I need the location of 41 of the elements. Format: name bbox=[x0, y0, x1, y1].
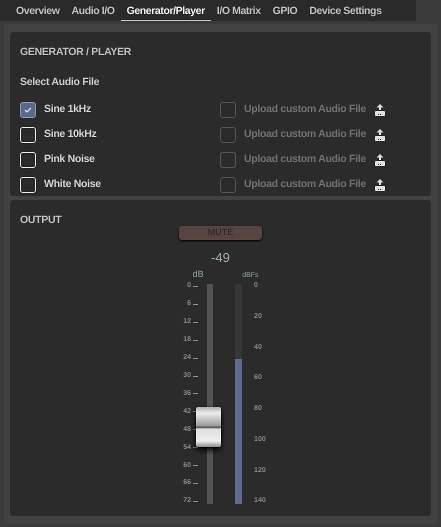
checkbox[interactable] bbox=[220, 152, 236, 168]
tick-mark bbox=[193, 322, 198, 323]
tab[interactable]: Device Settings bbox=[303, 0, 388, 21]
checkbox-label: Upload custom Audio File bbox=[244, 176, 366, 192]
tick-mark bbox=[193, 286, 198, 287]
tick-mark bbox=[193, 376, 198, 377]
check-icon bbox=[24, 106, 32, 114]
checkbox[interactable] bbox=[20, 102, 36, 118]
checkbox-label: Sine 10kHz bbox=[44, 126, 96, 142]
tick-mark bbox=[193, 304, 198, 305]
checkbox[interactable] bbox=[220, 176, 236, 192]
gain-reading: -49 bbox=[211, 249, 230, 267]
tick-mark bbox=[193, 501, 198, 502]
tick-mark bbox=[193, 340, 198, 341]
subtitle: Select Audio File bbox=[20, 75, 100, 90]
tick-mark bbox=[193, 447, 198, 448]
tick-mark bbox=[193, 358, 198, 359]
upload-icon[interactable] bbox=[374, 128, 386, 140]
tab[interactable]: Overview bbox=[10, 0, 66, 21]
tab[interactable]: Generator/Player bbox=[120, 0, 211, 21]
section-title: OUTPUT bbox=[20, 213, 62, 228]
unit-label: dB bbox=[192, 268, 204, 280]
tab[interactable]: Audio I/O bbox=[66, 0, 121, 21]
upload-icon[interactable] bbox=[374, 178, 386, 190]
checkbox-label: Upload custom Audio File bbox=[244, 126, 366, 142]
checkbox-label: Pink Noise bbox=[44, 152, 95, 167]
checkbox[interactable] bbox=[220, 102, 236, 118]
tab[interactable]: GPIO bbox=[266, 0, 304, 21]
upload-icon[interactable] bbox=[374, 154, 386, 166]
tick-mark bbox=[193, 393, 198, 394]
checkbox-label: Sine 1kHz bbox=[44, 102, 91, 117]
checkbox-label: Upload custom Audio File bbox=[244, 152, 366, 167]
tick-mark bbox=[193, 465, 198, 466]
checkbox[interactable] bbox=[220, 126, 236, 142]
section-title: GENERATOR / PLAYER bbox=[20, 45, 132, 60]
fader-thumb[interactable] bbox=[196, 407, 222, 447]
tick-mark bbox=[193, 483, 198, 484]
checkbox-label: White Noise bbox=[44, 176, 101, 192]
upload-icon[interactable] bbox=[374, 104, 386, 116]
checkbox-label: Upload custom Audio File bbox=[244, 102, 366, 117]
tab[interactable]: I/O Matrix bbox=[210, 0, 267, 21]
